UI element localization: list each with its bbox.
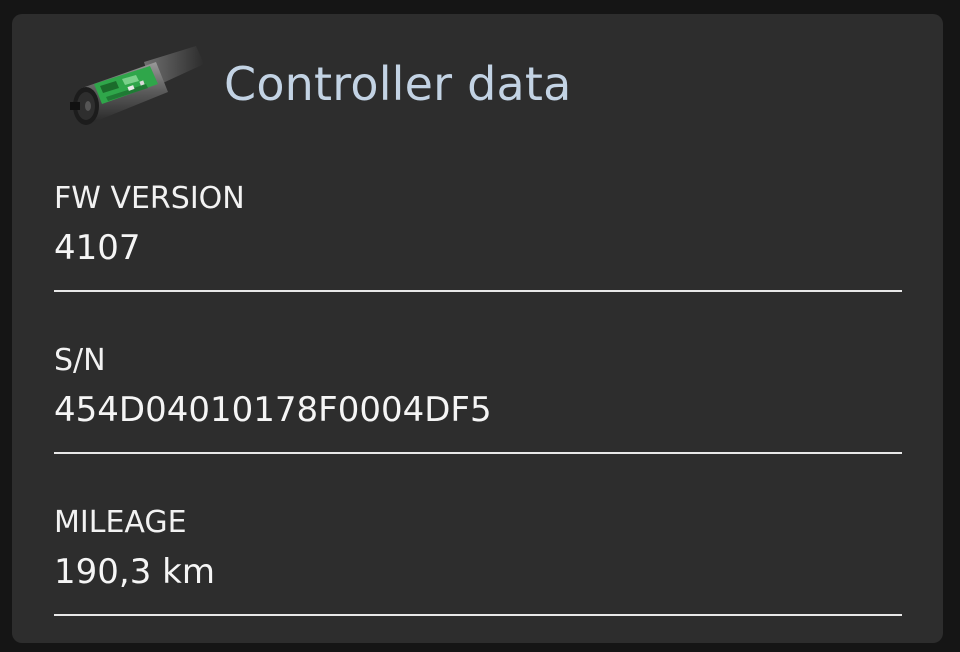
motor-controller-icon (56, 42, 206, 142)
serial-number-field: S/N 454D04010178F0004DF5 (54, 342, 902, 472)
divider (54, 614, 902, 616)
serial-number-label: S/N (54, 343, 106, 378)
fw-version-label: FW VERSION (54, 181, 245, 216)
divider (54, 452, 902, 454)
mileage-field: MILEAGE 190,3 km (54, 504, 902, 634)
mileage-value: 190,3 km (54, 552, 215, 592)
card-header: Controller data (12, 14, 943, 154)
fw-version-field: FW VERSION 4107 (54, 180, 902, 310)
page-title: Controller data (224, 57, 572, 111)
controller-data-card: Controller data FW VERSION 4107 S/N 454D… (12, 14, 943, 643)
divider (54, 290, 902, 292)
serial-number-value: 454D04010178F0004DF5 (54, 390, 492, 430)
fw-version-value: 4107 (54, 228, 141, 268)
mileage-label: MILEAGE (54, 505, 187, 540)
